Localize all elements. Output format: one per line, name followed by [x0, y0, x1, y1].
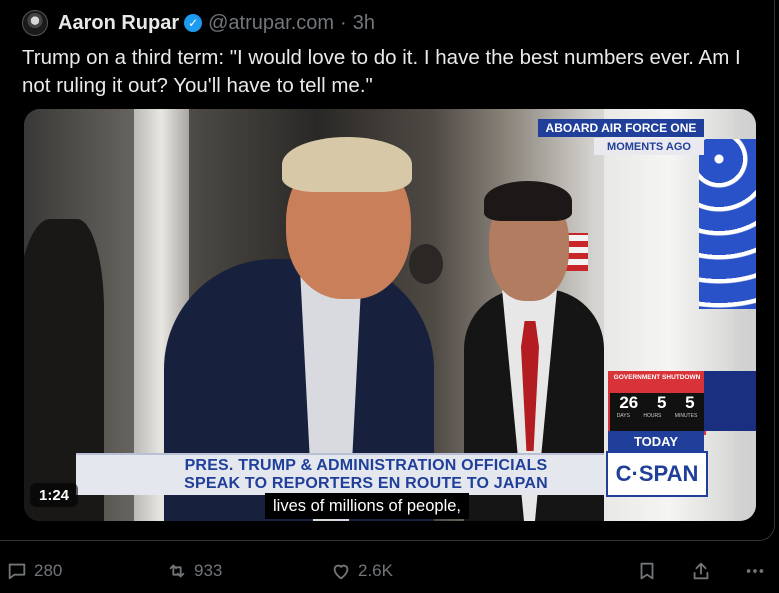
tweet-timestamp[interactable]: 3h	[353, 12, 375, 35]
shutdown-label-minutes: MINUTES	[674, 413, 698, 419]
shutdown-clock: GOVERNMENT SHUTDOWN 26 5 5 DAYS HOURS MI…	[608, 371, 706, 435]
reply-icon	[8, 563, 26, 580]
verified-badge-icon: ✓	[184, 14, 203, 32]
shutdown-hours: 5	[656, 393, 667, 412]
share-button[interactable]	[690, 558, 712, 584]
repost-icon	[169, 564, 185, 578]
share-icon	[693, 562, 709, 580]
shutdown-label-days: DAYS	[616, 413, 630, 419]
repost-count: 933	[194, 561, 223, 580]
reply-count: 280	[34, 561, 63, 580]
like-button[interactable]: 2.6K	[330, 558, 393, 584]
cspan-logo: C·SPAN	[606, 451, 708, 497]
author-handle[interactable]: @atrupar.com	[208, 12, 334, 35]
tweet-actions: 280 933 2.6K	[0, 554, 779, 588]
video-frame-speaker-hair	[282, 137, 412, 192]
like-count: 2.6K	[358, 561, 393, 580]
shutdown-minutes: 5	[685, 393, 695, 412]
separator-dot: ·	[340, 11, 347, 34]
video-frame-official-hair	[484, 181, 572, 221]
video-frame-person-background	[409, 244, 443, 284]
headline-line-1: PRES. TRUMP & ADMINISTRATION OFFICIALS	[184, 457, 548, 474]
recency-banner: MOMENTS AGO	[594, 138, 704, 155]
video-player[interactable]: ABOARD AIR FORCE ONE MOMENTS AGO GOVERNM…	[24, 109, 756, 521]
tweet-card[interactable]: Aaron Rupar ✓ @atrupar.com · 3h Trump on…	[0, 0, 775, 541]
video-frame-flag-panel	[699, 139, 756, 309]
headline-lower-third: PRES. TRUMP & ADMINISTRATION OFFICIALS S…	[76, 453, 604, 495]
today-label: TODAY	[608, 431, 704, 451]
more-icon	[746, 569, 764, 573]
shutdown-days: 26	[619, 393, 639, 412]
bookmark-icon	[640, 562, 654, 580]
video-frame-flag	[566, 233, 588, 271]
repost-button[interactable]: 933	[166, 558, 222, 584]
tweet-header: Aaron Rupar ✓ @atrupar.com · 3h	[22, 10, 375, 36]
more-button[interactable]	[744, 558, 766, 584]
author-avatar[interactable]	[22, 10, 48, 36]
video-caption: lives of millions of people,	[265, 493, 470, 519]
shutdown-label-hours: HOURS	[643, 413, 662, 419]
bookmark-button[interactable]	[636, 558, 658, 584]
like-icon	[333, 564, 349, 580]
headline-line-2: SPEAK TO REPORTERS EN ROUTE TO JAPAN	[184, 475, 548, 492]
video-duration: 1:24	[30, 483, 79, 507]
location-banner: ABOARD AIR FORCE ONE	[538, 119, 704, 137]
reply-button[interactable]: 280	[6, 558, 62, 584]
shutdown-clock-side-panel	[704, 371, 756, 431]
tweet-text: Trump on a third term: "I would love to …	[22, 46, 741, 97]
shutdown-clock-title: GOVERNMENT SHUTDOWN	[610, 373, 704, 393]
author-name[interactable]: Aaron Rupar	[58, 12, 179, 35]
